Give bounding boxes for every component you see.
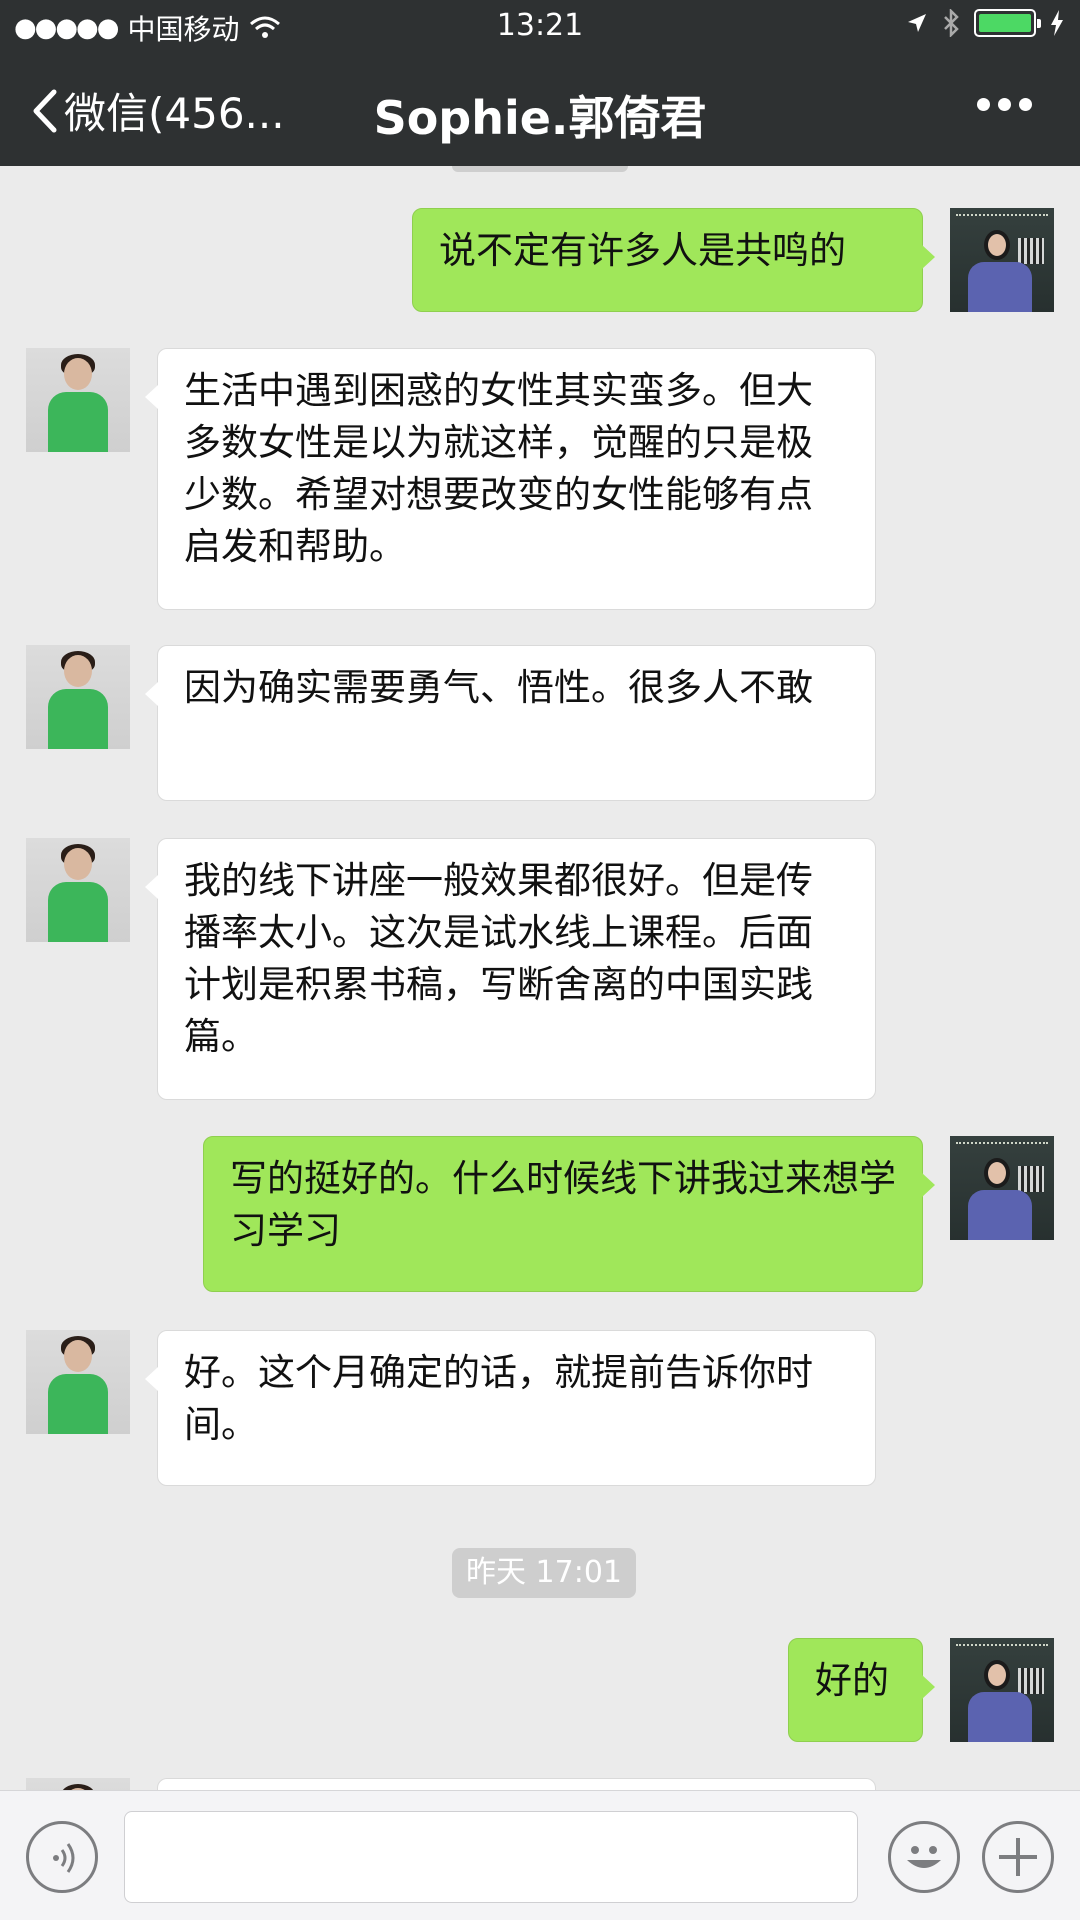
message-list[interactable]: 说不定有许多人是共鸣的 生活中遇到困惑的女性其实蛮多。但大多数女性是以为就这样，…	[0, 166, 1080, 1790]
message-bubble-incoming[interactable]: 好。这个月确定的话，就提前告诉你时间。	[145, 1330, 876, 1486]
more-button[interactable]	[977, 98, 1032, 111]
contact-avatar[interactable]	[26, 1330, 130, 1434]
contact-avatar[interactable]	[26, 348, 130, 452]
status-bar: ●●●●● 中国移动 13:21	[0, 0, 1080, 50]
charging-icon	[1051, 10, 1063, 36]
location-icon	[908, 14, 926, 32]
voice-icon	[53, 1843, 75, 1873]
plus-icon	[999, 1838, 1037, 1876]
my-avatar[interactable]	[950, 1136, 1054, 1240]
timestamp-divider: 昨天 17:01	[452, 1548, 636, 1598]
message-bubble-incoming-partial[interactable]	[157, 1778, 876, 1790]
message-bubble-outgoing[interactable]: 好的	[788, 1638, 935, 1742]
chat-title: Sophie.郭倚君	[373, 91, 707, 145]
navigation-bar: 微信(456... Sophie.郭倚君	[0, 66, 1080, 154]
header: ●●●●● 中国移动 13:21 微信(456... Sophie.郭倚君	[0, 0, 1080, 166]
emoji-button[interactable]	[888, 1821, 960, 1893]
voice-button[interactable]	[26, 1821, 98, 1893]
input-bar	[0, 1790, 1080, 1920]
contact-avatar[interactable]	[26, 645, 130, 749]
message-bubble-outgoing[interactable]: 说不定有许多人是共鸣的	[412, 208, 935, 312]
message-bubble-incoming[interactable]: 生活中遇到困惑的女性其实蛮多。但大多数女性是以为就这样，觉醒的只是极少数。希望对…	[145, 348, 876, 610]
my-avatar[interactable]	[950, 208, 1054, 312]
contact-avatar[interactable]	[26, 1778, 130, 1790]
message-bubble-outgoing[interactable]: 写的挺好的。什么时候线下讲我过来想学习学习	[203, 1136, 935, 1292]
message-bubble-incoming[interactable]: 我的线下讲座一般效果都很好。但是传播率太小。这次是试水线上课程。后面计划是积累书…	[145, 838, 876, 1100]
my-avatar[interactable]	[950, 1638, 1054, 1742]
contact-avatar[interactable]	[26, 838, 130, 942]
bluetooth-icon	[944, 9, 959, 37]
battery-icon	[974, 9, 1041, 37]
more-actions-button[interactable]	[982, 1821, 1054, 1893]
message-bubble-incoming[interactable]: 因为确实需要勇气、悟性。很多人不敢	[145, 645, 876, 801]
emoji-icon	[907, 1846, 941, 1868]
message-input[interactable]	[124, 1811, 858, 1903]
ellipsis-icon	[977, 98, 990, 111]
previous-timestamp-edge	[452, 166, 628, 172]
